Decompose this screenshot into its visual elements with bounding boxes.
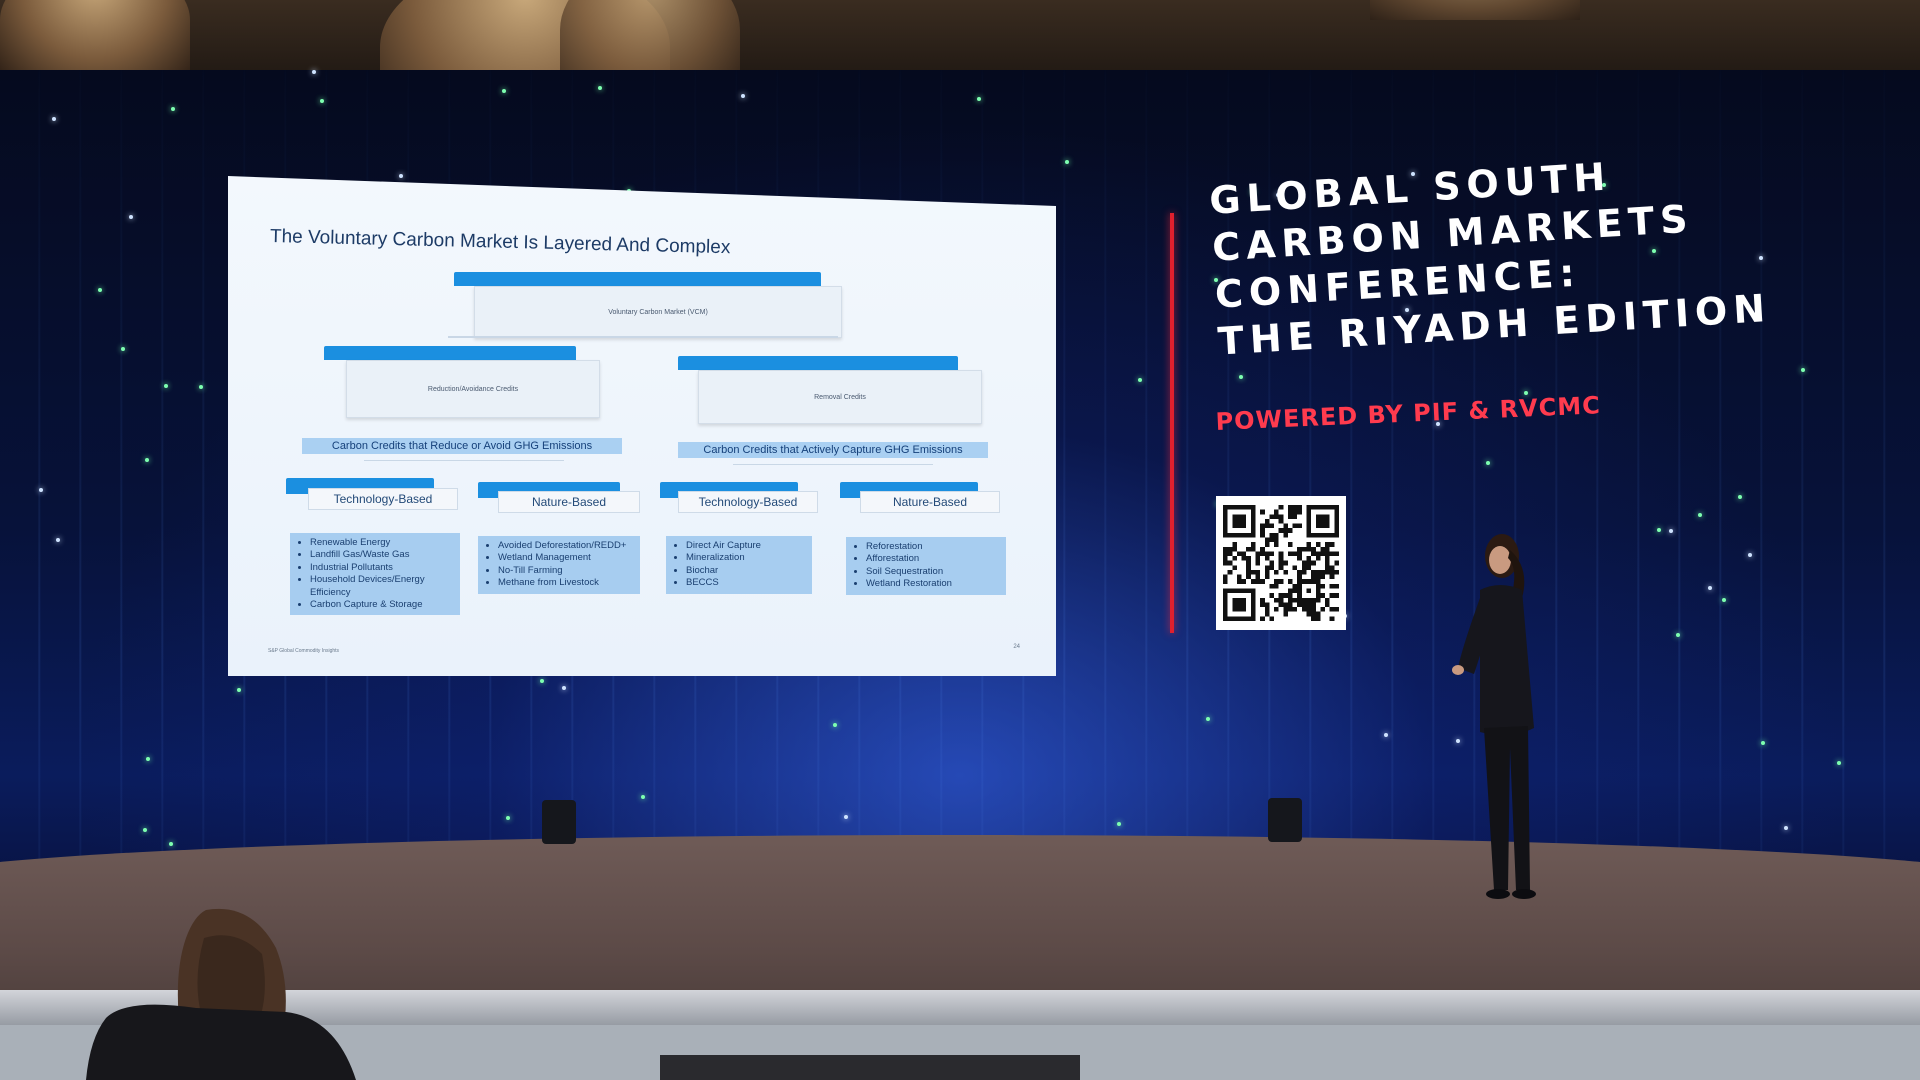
list-item: Wetland Management — [498, 552, 634, 564]
conference-title: GLOBAL SOUTH CARBON MARKETS CONFERENCE: … — [1208, 144, 1772, 365]
ornamental-arch — [0, 0, 190, 80]
star-dot — [169, 842, 173, 846]
star-dot — [146, 757, 150, 761]
list-item: Carbon Capture & Storage — [310, 599, 454, 611]
star-dot — [1784, 826, 1788, 830]
conference-stage-scene: The Voluntary Carbon Market Is Layered A… — [0, 0, 1920, 1080]
list-item: Methane from Livestock — [498, 577, 634, 589]
bullet-list: Reforestation Afforestation Soil Sequest… — [846, 537, 1006, 595]
connector-line — [448, 336, 838, 338]
star-dot — [1065, 160, 1069, 164]
star-dot — [833, 723, 837, 727]
star-dot — [312, 70, 316, 74]
star-dot — [1761, 741, 1765, 745]
category-label: Technology-Based — [308, 488, 458, 510]
list-item: Household Devices/Energy Efficiency — [310, 574, 454, 599]
red-accent-line — [1170, 213, 1174, 633]
ornamental-arch — [1370, 0, 1580, 20]
list-item: Afforestation — [866, 553, 1000, 565]
stage-monitor — [1268, 798, 1302, 842]
star-dot — [1676, 633, 1680, 637]
slide-title: The Voluntary Carbon Market Is Layered A… — [269, 226, 731, 259]
list-item: BECCS — [686, 577, 806, 589]
star-dot — [1669, 529, 1673, 533]
star-dot — [199, 385, 203, 389]
star-dot — [641, 795, 645, 799]
star-dot — [98, 288, 102, 292]
star-dot — [145, 458, 149, 462]
top-node-box: Voluntary Carbon Market (VCM) — [474, 286, 842, 338]
left-node-bar — [324, 346, 576, 360]
star-dot — [237, 688, 241, 692]
star-dot — [1206, 717, 1210, 721]
presentation-screen: The Voluntary Carbon Market Is Layered A… — [228, 176, 1056, 676]
list-item: Renewable Energy — [310, 537, 454, 549]
star-dot — [1708, 586, 1712, 590]
list-item: No-Till Farming — [498, 565, 634, 577]
star-dot — [844, 815, 848, 819]
left-node-box: Reduction/Avoidance Credits — [346, 360, 600, 418]
bullet-list: Renewable Energy Landfill Gas/Waste Gas … — [290, 533, 460, 616]
connector-line — [733, 464, 933, 465]
star-dot — [399, 174, 403, 178]
right-node-bar — [678, 356, 958, 370]
star-dot — [1748, 553, 1752, 557]
list-item: Mineralization — [686, 552, 806, 564]
star-dot — [320, 99, 324, 103]
star-dot — [143, 828, 147, 832]
slide-page-number: 24 — [1013, 644, 1020, 650]
star-dot — [164, 384, 168, 388]
left-band: Carbon Credits that Reduce or Avoid GHG … — [302, 438, 622, 454]
list-item: Wetland Restoration — [866, 578, 1000, 590]
star-dot — [598, 86, 602, 90]
list-item: Biochar — [686, 565, 806, 577]
star-dot — [540, 679, 544, 683]
list-item: Direct Air Capture — [686, 540, 806, 552]
star-dot — [502, 89, 506, 93]
qr-code-icon — [1216, 496, 1346, 630]
right-band: Carbon Credits that Actively Capture GHG… — [678, 442, 988, 458]
star-dot — [56, 538, 60, 542]
star-dot — [121, 347, 125, 351]
list-item: Landfill Gas/Waste Gas — [310, 549, 454, 561]
star-dot — [1722, 598, 1726, 602]
star-dot — [1384, 733, 1388, 737]
star-dot — [1801, 368, 1805, 372]
star-dot — [171, 107, 175, 111]
category-label: Technology-Based — [678, 491, 818, 513]
qr-code-graphic — [1223, 505, 1339, 621]
bullet-list: Avoided Deforestation/REDD+ Wetland Mana… — [478, 536, 640, 594]
stage-monitor — [542, 800, 576, 844]
star-dot — [1738, 495, 1742, 499]
star-dot — [1657, 528, 1661, 532]
star-dot — [129, 215, 133, 219]
star-dot — [39, 488, 43, 492]
star-dot — [741, 94, 745, 98]
category-label: Nature-Based — [498, 491, 640, 513]
star-dot — [1138, 378, 1142, 382]
star-dot — [52, 117, 56, 121]
speaker-silhouette — [1452, 534, 1536, 899]
audience-member-silhouette — [86, 908, 356, 1080]
star-dot — [506, 816, 510, 820]
star-dot — [1117, 822, 1121, 826]
list-item: Avoided Deforestation/REDD+ — [498, 540, 634, 552]
star-dot — [1698, 513, 1702, 517]
top-node-bar — [454, 272, 821, 286]
list-item: Reforestation — [866, 541, 1000, 553]
category-label: Nature-Based — [860, 491, 1000, 513]
stage-step — [660, 1055, 1080, 1080]
slide-footnote: S&P Global Commodity Insights — [268, 648, 340, 654]
right-node-box: Removal Credits — [698, 370, 982, 424]
list-item: Industrial Pollutants — [310, 562, 454, 574]
star-dot — [1239, 375, 1243, 379]
list-item: Soil Sequestration — [866, 566, 1000, 578]
bullet-list: Direct Air Capture Mineralization Biocha… — [666, 536, 812, 594]
star-dot — [977, 97, 981, 101]
star-dot — [562, 686, 566, 690]
star-dot — [1837, 761, 1841, 765]
star-dot — [1486, 461, 1490, 465]
connector-line — [364, 460, 564, 461]
